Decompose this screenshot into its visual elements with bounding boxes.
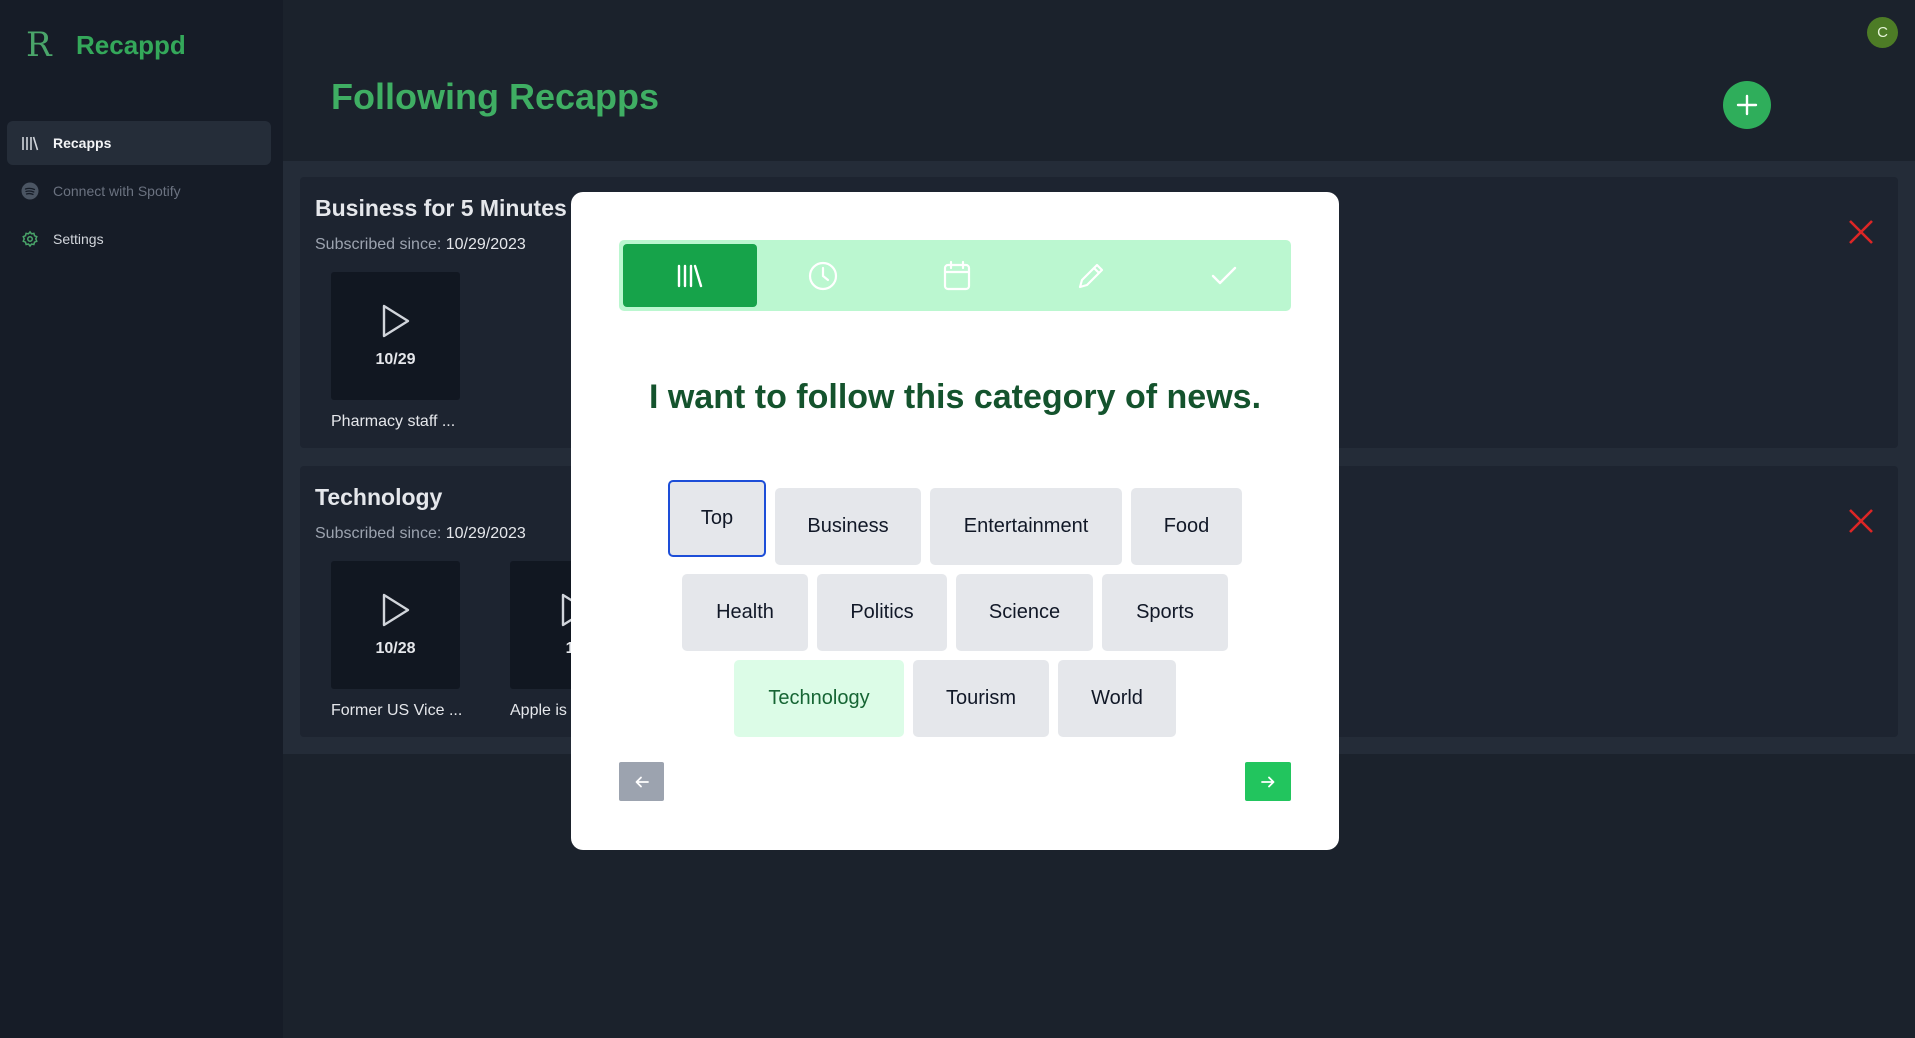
sidebar-item-spotify[interactable]: Connect with Spotify: [7, 169, 271, 213]
pencil-icon: [1078, 263, 1103, 288]
step-time[interactable]: [757, 244, 891, 307]
subscribed-label: Subscribed since:: [315, 236, 446, 253]
category-chip-health[interactable]: Health: [682, 574, 808, 651]
category-row: Top Business Entertainment Food: [571, 480, 1339, 565]
episode-date: 10/29: [375, 351, 416, 368]
episode-title: Former US Vice ...: [331, 702, 463, 719]
spotify-icon: [21, 182, 39, 200]
step-category[interactable]: [623, 244, 757, 307]
category-chip-business[interactable]: Business: [775, 488, 921, 565]
follow-category-modal: I want to follow this category of news. …: [571, 192, 1339, 850]
avatar[interactable]: C: [1867, 17, 1898, 48]
clock-icon: [809, 261, 838, 290]
recapp-title: Business for 5 Minutes I: [315, 195, 580, 221]
step-schedule[interactable]: [890, 244, 1024, 307]
subscribed-date: 10/29/2023: [445, 236, 526, 253]
sidebar: R Recappd Recapps Connect with Spotify S…: [0, 0, 283, 1038]
episode-card[interactable]: 10/28 Former US Vice ...: [331, 561, 463, 720]
check-icon: [1211, 266, 1237, 284]
category-row: Technology Tourism World: [571, 660, 1339, 737]
category-chip-science[interactable]: Science: [956, 574, 1093, 651]
episode-thumbnail[interactable]: 10/29: [331, 272, 460, 400]
category-chip-politics[interactable]: Politics: [817, 574, 947, 651]
sidebar-item-label: Settings: [53, 231, 104, 247]
episode-card[interactable]: 10/29 Pharmacy staff ...: [331, 272, 461, 431]
step-edit[interactable]: [1024, 244, 1158, 307]
play-icon: [382, 304, 409, 338]
unfollow-x-icon[interactable]: [1846, 217, 1876, 247]
sidebar-item-label: Recapps: [53, 135, 112, 151]
modal-heading: I want to follow this category of news.: [648, 378, 1262, 416]
next-button[interactable]: [1245, 762, 1291, 801]
category-chip-top[interactable]: Top: [668, 480, 766, 557]
brand-name: Recappd: [76, 29, 186, 60]
subscribed-label: Subscribed since:: [315, 525, 446, 542]
episode-thumbnail[interactable]: 10/28: [331, 561, 460, 689]
add-recapp-button[interactable]: [1723, 81, 1771, 129]
category-chip-world[interactable]: World: [1058, 660, 1176, 737]
category-row: Health Politics Science Sports: [571, 574, 1339, 651]
arrow-right-icon: [1261, 776, 1275, 787]
subscribed-since: Subscribed since: 10/29/2023: [315, 236, 526, 254]
sidebar-item-recapps[interactable]: Recapps: [7, 121, 271, 165]
library-icon: [21, 134, 39, 152]
library-icon: [677, 264, 702, 287]
category-chip-tourism[interactable]: Tourism: [913, 660, 1049, 737]
back-button[interactable]: [619, 762, 664, 801]
play-icon: [382, 593, 409, 627]
subscribed-since: Subscribed since: 10/29/2023: [315, 525, 526, 543]
unfollow-x-icon[interactable]: [1846, 506, 1876, 536]
sidebar-item-label: Connect with Spotify: [53, 183, 181, 199]
gear-icon: [21, 230, 39, 248]
category-chip-sports[interactable]: Sports: [1102, 574, 1228, 651]
step-confirm[interactable]: [1157, 244, 1291, 307]
wizard-stepper: [619, 240, 1291, 311]
sidebar-item-settings[interactable]: Settings: [7, 217, 271, 261]
arrow-left-icon: [635, 776, 649, 787]
calendar-icon: [943, 260, 971, 290]
recapp-title: Technology: [315, 484, 443, 510]
category-chip-technology[interactable]: Technology: [734, 660, 904, 737]
brand-logo: R: [26, 25, 52, 65]
plus-icon: [1736, 94, 1758, 116]
brand[interactable]: R Recappd: [26, 28, 186, 62]
episode-date: 10/28: [375, 640, 416, 657]
episode-title: Pharmacy staff ...: [331, 413, 456, 430]
category-chip-food[interactable]: Food: [1131, 488, 1242, 565]
sidebar-nav: Recapps Connect with Spotify Settings: [7, 121, 271, 265]
category-chip-entertainment[interactable]: Entertainment: [930, 488, 1122, 565]
page-title: Following Recapps: [331, 76, 660, 117]
subscribed-date: 10/29/2023: [445, 525, 526, 542]
